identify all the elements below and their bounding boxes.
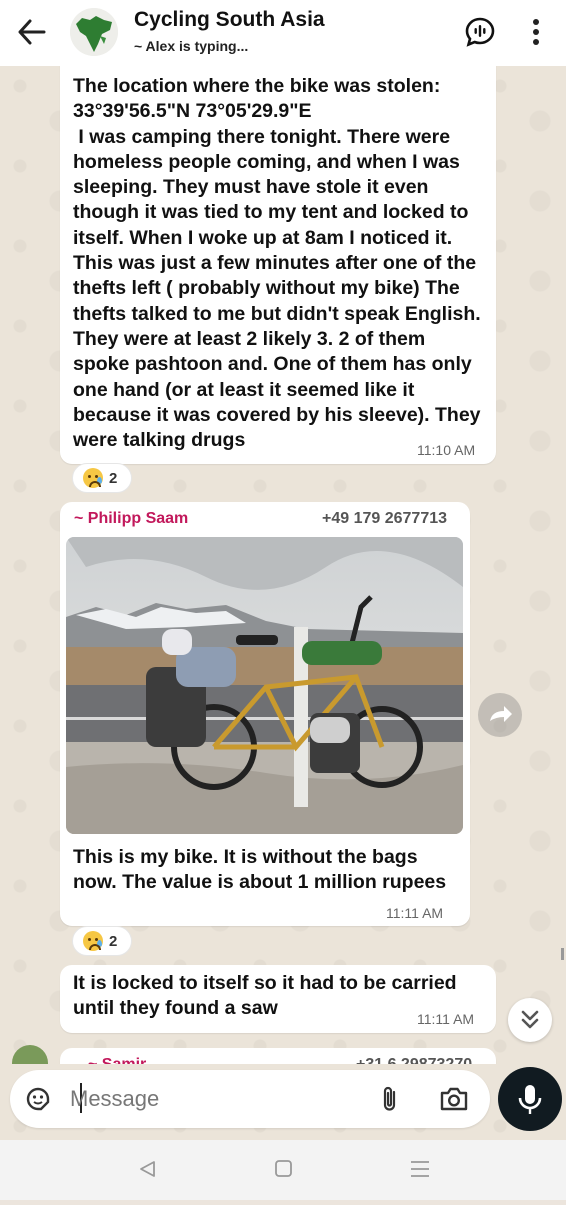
chevron-double-down-icon: [521, 1010, 539, 1029]
message-text: The location where the bike was stolen: …: [73, 75, 481, 452]
attach-icon[interactable]: [376, 1084, 404, 1114]
mic-icon: [518, 1085, 542, 1114]
camera-icon[interactable]: [438, 1084, 470, 1114]
group-avatar[interactable]: [70, 8, 118, 56]
bike-photo[interactable]: [66, 537, 463, 834]
sticker-icon[interactable]: [24, 1085, 52, 1113]
more-vert-icon[interactable]: [526, 16, 546, 48]
message-bubble[interactable]: It is locked to itself so it had to be c…: [60, 965, 496, 1033]
typing-status: ~ Alex is typing...: [134, 38, 249, 54]
sender-name[interactable]: ~ Philipp Saam: [74, 510, 188, 528]
scrollbar-thumb[interactable]: [561, 948, 564, 960]
reaction-count: 2: [109, 932, 118, 950]
mic-button[interactable]: [498, 1067, 562, 1131]
message-text: This is my bike. It is without the bags …: [73, 846, 447, 894]
message-time: 11:10 AM: [417, 442, 476, 458]
forward-icon[interactable]: [478, 693, 522, 737]
sender-phone: +31 6 29873270: [356, 1056, 472, 1064]
back-arrow-icon[interactable]: [16, 18, 48, 46]
nav-back-icon: [140, 1161, 155, 1177]
message-time: 11:11 AM: [417, 1011, 475, 1027]
scroll-to-bottom-button[interactable]: [508, 998, 552, 1042]
message-input[interactable]: Message: [70, 1086, 159, 1112]
message-input-bar: Message: [10, 1070, 490, 1128]
reaction-badge[interactable]: 2: [72, 463, 132, 493]
avatar[interactable]: [12, 1045, 48, 1064]
sender-phone: +49 179 2677713: [322, 510, 448, 527]
message-bubble[interactable]: The location where the bike was stolen: …: [60, 60, 496, 464]
group-title[interactable]: Cycling South Asia: [134, 8, 325, 32]
chat-header: Cycling South Asia ~ Alex is typing...: [0, 0, 566, 66]
reaction-count: 2: [109, 469, 118, 487]
sender-name[interactable]: ~ Samir: [88, 1056, 146, 1064]
message-bubble[interactable]: ~ Samir +31 6 29873270: [60, 1048, 496, 1064]
system-nav-bar: [0, 1140, 566, 1200]
crying-face-icon: [83, 931, 103, 951]
nav-home-icon: [275, 1160, 292, 1177]
reaction-badge[interactable]: 2: [72, 926, 132, 956]
crying-face-icon: [83, 468, 103, 488]
voice-chat-icon[interactable]: [464, 16, 496, 48]
partial-message: ~ Samir +31 6 29873270: [0, 1042, 566, 1064]
message-time: 11:11 AM: [386, 905, 444, 921]
nav-recents-icon: [411, 1161, 429, 1177]
